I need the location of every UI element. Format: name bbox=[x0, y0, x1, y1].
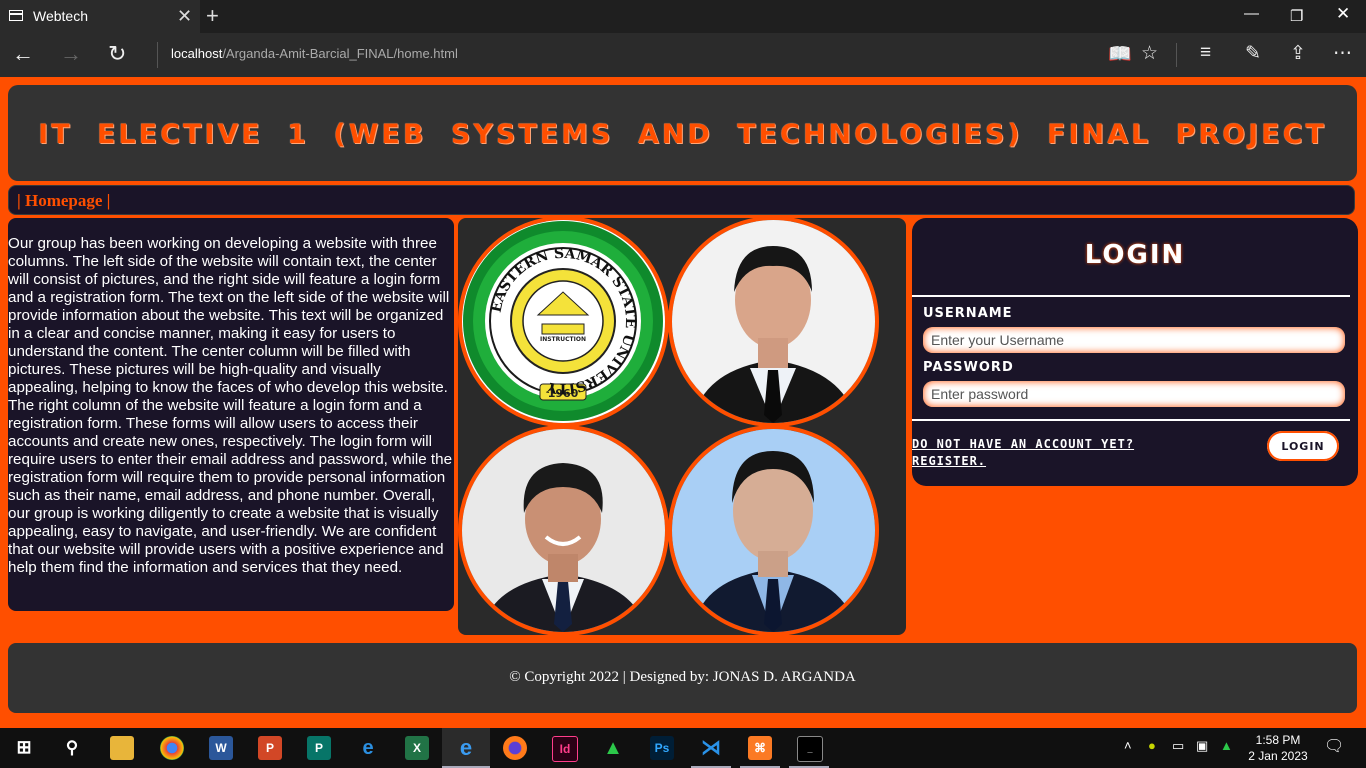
file-explorer-icon[interactable] bbox=[110, 736, 134, 760]
close-window-icon[interactable]: ✕ bbox=[1336, 4, 1350, 24]
copyright-text: © Copyright 2022 | Designed by: JONAS D.… bbox=[509, 669, 856, 685]
divider bbox=[912, 295, 1350, 297]
login-button[interactable]: LOGIN bbox=[1267, 431, 1339, 461]
chevron-up-icon[interactable]: ˄ bbox=[1124, 738, 1132, 753]
login-panel: LOGIN USERNAME PASSWORD DO NOT HAVE AN A… bbox=[912, 218, 1358, 486]
browser-tab[interactable]: Webtech ✕ bbox=[0, 0, 200, 33]
search-icon[interactable]: ⚲ bbox=[60, 736, 84, 760]
publisher-icon[interactable]: P bbox=[307, 736, 331, 760]
forward-icon[interactable]: → bbox=[60, 41, 82, 67]
address-bar: ← → ↻ localhost/Arganda-Amit-Barcial_FIN… bbox=[0, 33, 1366, 77]
network-icon[interactable]: ▣ bbox=[1196, 738, 1208, 754]
new-tab-icon[interactable]: + bbox=[206, 3, 219, 29]
word-icon[interactable]: W bbox=[209, 736, 233, 760]
tray-androidstudio-icon[interactable]: ▲ bbox=[1220, 738, 1233, 753]
more-icon[interactable]: ⋯ bbox=[1333, 42, 1352, 65]
divider bbox=[912, 419, 1350, 421]
minimize-icon[interactable]: — bbox=[1244, 5, 1259, 22]
share-icon[interactable]: ⇪ bbox=[1290, 42, 1306, 65]
page-footer: © Copyright 2022 | Designed by: JONAS D.… bbox=[8, 643, 1357, 713]
browser-tab-bar: Webtech ✕ + — ❐ ✕ bbox=[0, 0, 1366, 33]
photo-panel: 1960 EASTERN SAMAR STATE UNIVERSITY INST… bbox=[458, 216, 906, 636]
powerpoint-icon[interactable]: P bbox=[258, 736, 282, 760]
homepage-link[interactable]: | Homepage | bbox=[17, 191, 110, 211]
firefox-icon[interactable] bbox=[503, 736, 527, 760]
favorite-star-icon[interactable]: ☆ bbox=[1141, 42, 1158, 65]
clock-time: 1:58 PM bbox=[1255, 733, 1301, 747]
notification-icon[interactable]: 🗨 bbox=[1324, 736, 1344, 756]
page-title: IT ELECTIVE 1 (WEB SYSTEMS AND TECHNOLOG… bbox=[38, 119, 1327, 150]
password-input[interactable] bbox=[923, 381, 1345, 407]
tab-title: Webtech bbox=[33, 8, 88, 24]
page-header: IT ELECTIVE 1 (WEB SYSTEMS AND TECHNOLOG… bbox=[8, 85, 1357, 181]
androidstudio-icon[interactable]: ▲ bbox=[601, 736, 625, 760]
divider bbox=[1176, 43, 1177, 67]
logo-word: INSTRUCTION bbox=[540, 336, 586, 343]
about-text: Our group has been working on developing… bbox=[8, 235, 453, 576]
member-photo bbox=[458, 425, 669, 636]
password-label: PASSWORD bbox=[923, 360, 1014, 375]
edge-icon[interactable]: e bbox=[454, 736, 478, 760]
register-link[interactable]: DO NOT HAVE AN ACCOUNT YET? REGISTER. bbox=[912, 436, 1212, 470]
back-icon[interactable]: ← bbox=[12, 41, 34, 67]
tray-app-icon[interactable]: ● bbox=[1148, 738, 1156, 753]
windows-start-icon[interactable]: ⊞ bbox=[12, 736, 36, 760]
university-logo: 1960 EASTERN SAMAR STATE UNIVERSITY INST… bbox=[458, 216, 669, 427]
close-tab-icon[interactable]: ✕ bbox=[177, 6, 192, 27]
reading-view-icon[interactable]: 📖 bbox=[1108, 42, 1132, 66]
clock-date: 2 Jan 2023 bbox=[1248, 749, 1308, 763]
about-panel: Our group has been working on developing… bbox=[8, 218, 454, 611]
chrome-icon[interactable] bbox=[160, 736, 184, 760]
username-input[interactable] bbox=[923, 327, 1345, 353]
web-page: IT ELECTIVE 1 (WEB SYSTEMS AND TECHNOLOG… bbox=[0, 77, 1366, 728]
excel-icon[interactable]: X bbox=[405, 736, 429, 760]
hub-icon[interactable]: ≡ bbox=[1200, 42, 1211, 64]
terminal-icon[interactable]: _ bbox=[797, 736, 823, 762]
refresh-icon[interactable]: ↻ bbox=[108, 41, 126, 67]
username-label: USERNAME bbox=[923, 306, 1013, 321]
tab-page-icon bbox=[9, 10, 23, 21]
url-field[interactable]: localhost/Arganda-Amit-Barcial_FINAL/hom… bbox=[171, 46, 458, 61]
web-note-icon[interactable]: ✎ bbox=[1245, 42, 1261, 65]
battery-icon[interactable]: ▭ bbox=[1172, 738, 1184, 754]
internet-explorer-icon[interactable]: e bbox=[356, 736, 380, 760]
member-photo bbox=[668, 425, 879, 636]
vscode-icon[interactable]: ⋊ bbox=[699, 736, 723, 760]
restore-icon[interactable]: ❐ bbox=[1290, 7, 1303, 25]
taskbar: ⊞ ⚲ W P P e X e Id ▲ Ps ⋊ ⌘ _ ˄ ● ▭ ▣ ▲ … bbox=[0, 728, 1366, 768]
divider bbox=[157, 42, 158, 68]
login-title: LOGIN bbox=[1084, 240, 1186, 270]
nav-bar: | Homepage | bbox=[8, 185, 1355, 215]
member-photo bbox=[668, 216, 879, 427]
clock[interactable]: 1:58 PM 2 Jan 2023 bbox=[1244, 732, 1312, 764]
photoshop-icon[interactable]: Ps bbox=[650, 736, 674, 760]
indesign-icon[interactable]: Id bbox=[552, 736, 578, 762]
xampp-icon[interactable]: ⌘ bbox=[748, 736, 772, 760]
